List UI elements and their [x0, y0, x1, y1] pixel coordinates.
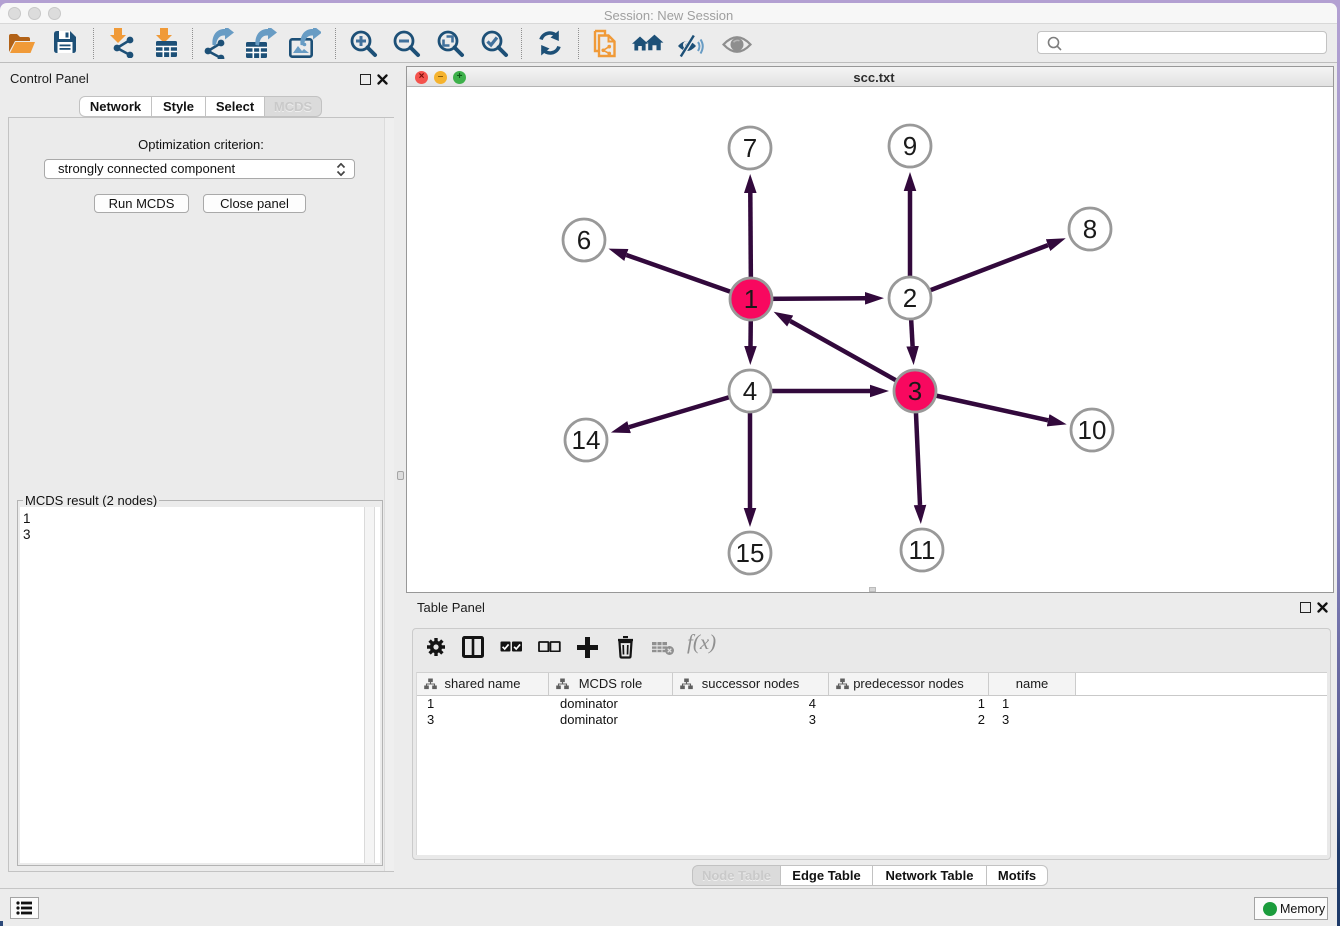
svg-text:9: 9: [903, 131, 917, 161]
svg-text:7: 7: [743, 133, 757, 163]
svg-text:15: 15: [736, 538, 765, 568]
svg-text:8: 8: [1083, 214, 1097, 244]
svg-text:4: 4: [743, 376, 757, 406]
svg-text:f(x): f(x): [687, 632, 716, 654]
svg-text:2: 2: [903, 283, 917, 313]
svg-text:14: 14: [572, 425, 601, 455]
svg-text:6: 6: [577, 225, 591, 255]
svg-text:1: 1: [744, 284, 758, 314]
svg-text:3: 3: [908, 376, 922, 406]
svg-text:11: 11: [909, 535, 936, 565]
svg-text:10: 10: [1078, 415, 1107, 445]
